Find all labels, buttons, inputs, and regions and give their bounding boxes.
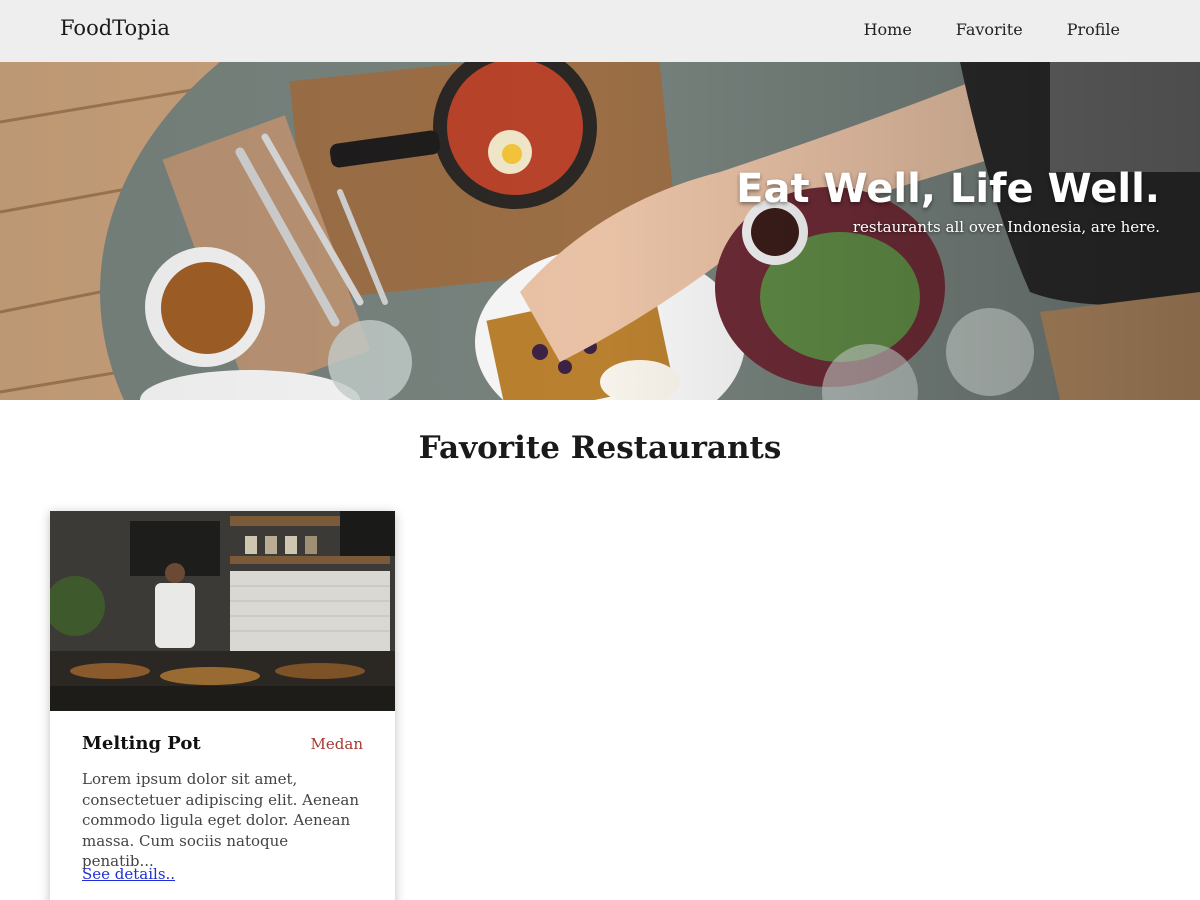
see-details-link[interactable]: See details.. bbox=[82, 865, 175, 883]
nav-favorite-link[interactable]: Favorite bbox=[956, 20, 1023, 39]
app-header: FoodTopia Home Favorite Profile bbox=[0, 0, 1200, 62]
nav-profile-link[interactable]: Profile bbox=[1067, 20, 1120, 39]
hero-banner: Eat Well, Life Well. restaurants all ove… bbox=[0, 62, 1200, 400]
nav-home-link[interactable]: Home bbox=[864, 20, 912, 39]
restaurant-card: Melting Pot Medan Lorem ipsum dolor sit … bbox=[50, 511, 395, 900]
restaurant-city: Medan bbox=[310, 735, 363, 753]
section-title: Favorite Restaurants bbox=[418, 430, 782, 466]
main-nav: Home Favorite Profile bbox=[864, 20, 1120, 39]
hero-title: Eat Well, Life Well. bbox=[736, 166, 1160, 212]
restaurant-name: Melting Pot bbox=[82, 733, 201, 754]
restaurant-image bbox=[50, 511, 395, 711]
hero-subtitle: restaurants all over Indonesia, are here… bbox=[852, 218, 1160, 236]
brand-logo[interactable]: FoodTopia bbox=[60, 16, 170, 40]
restaurant-description: Lorem ipsum dolor sit amet, consectetuer… bbox=[82, 770, 360, 870]
